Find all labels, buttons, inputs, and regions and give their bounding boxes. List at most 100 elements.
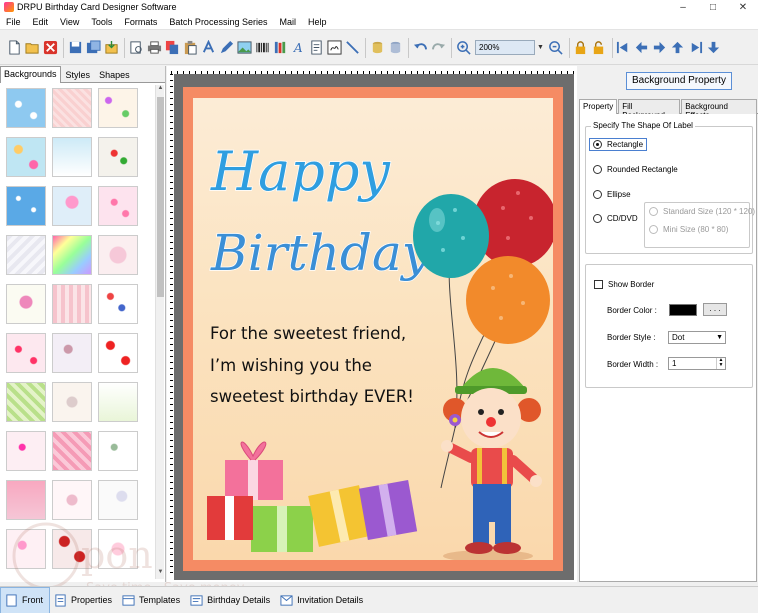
tab-background-effects[interactable]: Background Effects (681, 99, 757, 120)
background-thumbnail[interactable] (52, 88, 92, 128)
tab-front[interactable]: Front (0, 586, 51, 613)
border-color-browse-button[interactable]: . . . (703, 303, 727, 316)
align-right-icon[interactable] (688, 40, 704, 56)
export-icon[interactable] (103, 40, 119, 56)
barcode-icon[interactable] (254, 40, 270, 56)
text-icon[interactable] (200, 40, 216, 56)
maximize-button[interactable]: □ (698, 0, 728, 14)
zoom-in-icon[interactable] (455, 40, 471, 56)
background-thumbnail[interactable] (98, 529, 138, 569)
radio-button-selected[interactable] (593, 140, 602, 149)
tab-invitation-details[interactable]: Invitation Details (276, 587, 369, 613)
background-thumbnail[interactable] (52, 529, 92, 569)
radio-button[interactable] (593, 214, 602, 223)
background-thumbnail[interactable] (52, 137, 92, 177)
menu-mail[interactable]: Mail (273, 14, 302, 30)
background-thumbnail[interactable] (98, 382, 138, 422)
menu-help[interactable]: Help (302, 14, 333, 30)
menu-edit[interactable]: Edit (27, 14, 55, 30)
copy-icon[interactable] (164, 40, 180, 56)
background-thumbnail[interactable] (98, 88, 138, 128)
checkbox[interactable] (594, 280, 603, 289)
arrow-up-icon[interactable] (670, 40, 686, 56)
background-thumbnail[interactable] (98, 480, 138, 520)
tab-backgrounds[interactable]: Backgrounds (0, 66, 61, 83)
library-icon[interactable] (272, 40, 288, 56)
show-border-checkbox[interactable]: Show Border (594, 280, 654, 289)
new-file-icon[interactable] (6, 40, 22, 56)
background-thumbnail[interactable] (52, 431, 92, 471)
arrow-right-icon[interactable] (652, 40, 668, 56)
radio-cd-dvd[interactable]: CD/DVD (593, 214, 638, 223)
signature-icon[interactable] (326, 40, 342, 56)
arrow-down-icon[interactable] (706, 40, 722, 56)
radio-rounded-rectangle[interactable]: Rounded Rectangle (593, 165, 678, 174)
menu-tools[interactable]: Tools (85, 14, 118, 30)
word-art-icon[interactable]: A (290, 40, 306, 56)
birthday-card[interactable]: Happy Birthday For the sweetest friend, … (183, 87, 563, 571)
background-thumbnail[interactable] (52, 186, 92, 226)
paste-icon[interactable] (182, 40, 198, 56)
scrollbar-thumb[interactable] (157, 97, 164, 297)
close-document-icon[interactable] (42, 40, 58, 56)
background-thumbnail[interactable] (6, 235, 46, 275)
radio-button[interactable] (649, 207, 658, 216)
background-thumbnail[interactable] (6, 186, 46, 226)
background-thumbnail[interactable] (52, 333, 92, 373)
undo-icon[interactable] (412, 40, 428, 56)
radio-mini-size[interactable]: Mini Size (80 * 80) (649, 225, 728, 234)
database-icon[interactable] (369, 40, 385, 56)
border-color-swatch[interactable] (669, 304, 697, 316)
stepper-arrows-icon[interactable]: ▲ ▼ (716, 358, 725, 369)
zoom-dropdown-arrow[interactable]: ▼ (537, 44, 544, 51)
background-thumbnail[interactable] (98, 284, 138, 324)
tab-shapes[interactable]: Shapes (95, 67, 134, 82)
radio-button[interactable] (649, 225, 658, 234)
background-thumbnail[interactable] (52, 480, 92, 520)
tab-styles[interactable]: Styles (62, 67, 95, 82)
background-thumbnail[interactable] (98, 333, 138, 373)
minimize-button[interactable]: – (668, 0, 698, 14)
background-thumbnail[interactable] (98, 186, 138, 226)
scroll-down-icon[interactable]: ▼ (156, 569, 165, 579)
save-as-icon[interactable] (85, 40, 101, 56)
radio-ellipse[interactable]: Ellipse (593, 190, 631, 199)
pencil-icon[interactable] (218, 40, 234, 56)
background-thumbnail[interactable] (6, 480, 46, 520)
border-style-select[interactable]: Dot ▼ (668, 331, 726, 344)
tab-properties[interactable]: Properties (50, 587, 118, 613)
border-width-stepper[interactable]: 1 ▲ ▼ (668, 357, 726, 370)
unlock-icon[interactable] (591, 40, 607, 56)
tab-birthday-details[interactable]: Birthday Details (186, 587, 276, 613)
tab-fill-background[interactable]: Fill Background (618, 99, 681, 120)
background-thumbnail[interactable] (98, 137, 138, 177)
radio-rectangle[interactable]: Rectangle (589, 138, 648, 151)
menu-view[interactable]: View (54, 14, 85, 30)
lock-icon[interactable] (573, 40, 589, 56)
background-thumbnail[interactable] (52, 235, 92, 275)
menu-batch-processing[interactable]: Batch Processing Series (163, 14, 273, 30)
print-icon[interactable] (146, 40, 162, 56)
left-panel-scrollbar[interactable]: ▲ ▼ (155, 85, 164, 579)
background-thumbnail[interactable] (6, 431, 46, 471)
database-settings-icon[interactable] (387, 40, 403, 56)
background-thumbnail[interactable] (52, 284, 92, 324)
background-thumbnail[interactable] (6, 284, 46, 324)
background-thumbnail[interactable] (98, 431, 138, 471)
menu-file[interactable]: File (0, 14, 27, 30)
tab-property[interactable]: Property (579, 99, 618, 115)
line-icon[interactable] (344, 40, 360, 56)
zoom-out-icon[interactable] (548, 40, 564, 56)
background-thumbnail[interactable] (52, 382, 92, 422)
background-thumbnail[interactable] (6, 529, 46, 569)
radio-button[interactable] (593, 165, 602, 174)
arrow-left-icon[interactable] (634, 40, 650, 56)
image-icon[interactable] (236, 40, 252, 56)
radio-button[interactable] (593, 190, 602, 199)
background-thumbnail[interactable] (6, 382, 46, 422)
background-thumbnail[interactable] (6, 137, 46, 177)
background-thumbnail[interactable] (98, 235, 138, 275)
align-left-icon[interactable] (616, 40, 632, 56)
print-preview-icon[interactable] (128, 40, 144, 56)
scroll-up-icon[interactable]: ▲ (156, 85, 165, 95)
